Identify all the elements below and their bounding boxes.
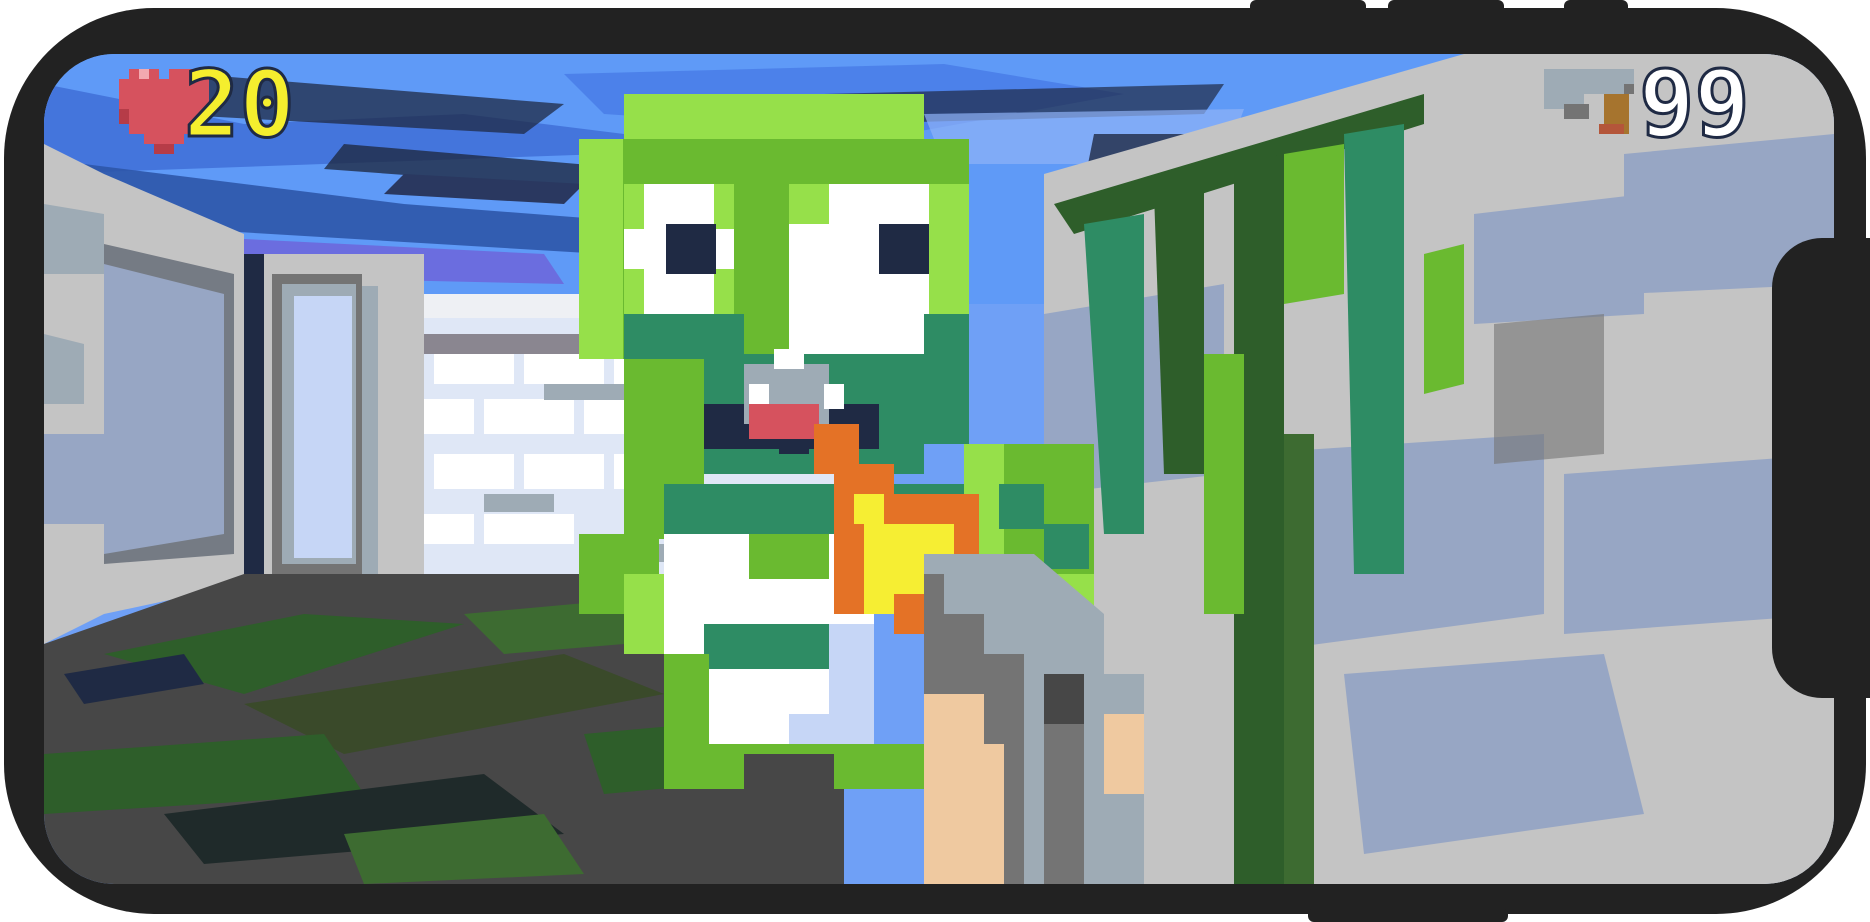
- game-scene: 20 99: [44, 54, 1834, 884]
- phone-frame: 20 99: [4, 0, 1870, 922]
- phone-notch: [1772, 238, 1870, 698]
- health-value: 20: [184, 54, 295, 158]
- game-viewport[interactable]: 20 99: [44, 54, 1834, 884]
- phone-volume-button: [1388, 0, 1504, 14]
- phone-power-button: [1564, 0, 1628, 14]
- ammo-value: 99: [1639, 54, 1750, 158]
- phone-bottom-button: [1308, 908, 1508, 922]
- phone-volume-button: [1250, 0, 1366, 14]
- right-wall: [1044, 54, 1834, 884]
